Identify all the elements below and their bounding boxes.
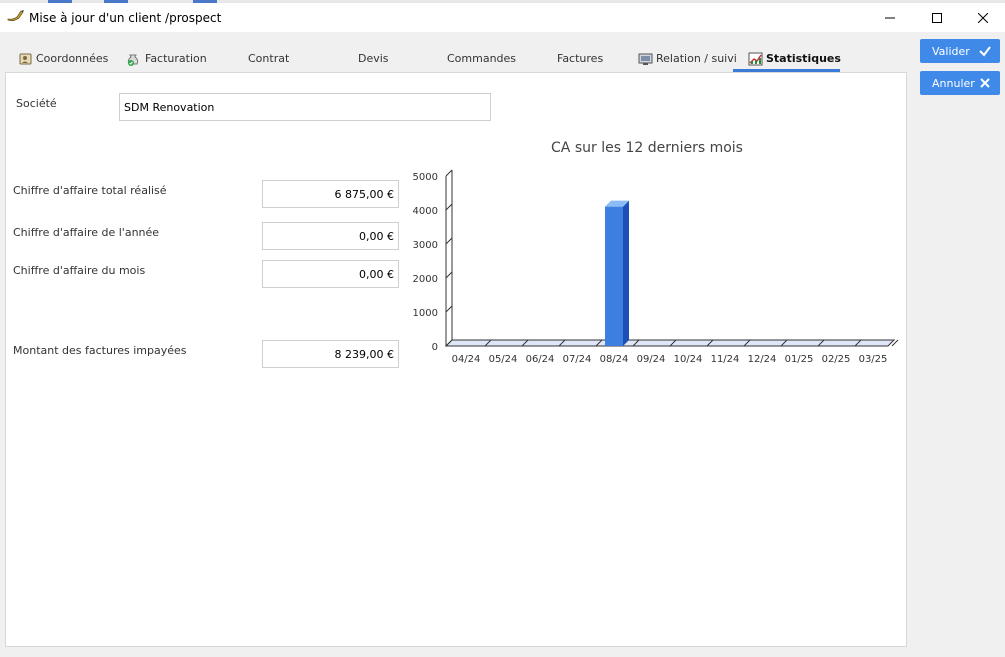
bar <box>605 206 623 346</box>
x-tick-label: 06/24 <box>526 354 555 365</box>
x-tick-label: 10/24 <box>674 354 703 365</box>
tab-label: Factures <box>557 52 604 65</box>
chart-floor <box>444 339 896 347</box>
x-tick-label: 03/25 <box>859 354 888 365</box>
tab-devis[interactable]: Devis <box>358 45 389 72</box>
x-tick-label: 01/25 <box>785 354 814 365</box>
y-tick-label: 3000 <box>413 240 438 251</box>
title-bar: Mise à jour d'un client /prospect <box>0 3 1005 32</box>
y-tick-mark <box>445 305 453 313</box>
cross-icon <box>978 76 992 93</box>
minimize-button[interactable] <box>867 3 913 32</box>
bar-side <box>623 200 629 346</box>
y-tick-label: 4000 <box>413 206 438 217</box>
tab-coordonnees[interactable]: Coordonnées <box>18 45 108 72</box>
tab-factures[interactable]: Factures <box>557 45 603 72</box>
active-tab-indicator <box>733 69 840 72</box>
tab-statistiques[interactable]: Statistiques <box>748 45 841 72</box>
chart-icon <box>748 52 764 66</box>
valider-label: Valider <box>932 44 970 58</box>
x-tick-label: 08/24 <box>600 354 629 365</box>
money-bag-icon <box>125 52 141 66</box>
close-button[interactable] <box>960 3 1005 32</box>
tab-label: Commandes <box>447 52 517 65</box>
x-tick-label: 04/24 <box>452 354 481 365</box>
tab-label: Contrat <box>248 52 290 65</box>
societe-label: Société <box>16 97 57 110</box>
maximize-button[interactable] <box>914 3 960 32</box>
close-icon <box>978 12 988 23</box>
ca-chart: 0 1000 2000 3000 4000 5000 04/24 05/24 06/24 07/2… <box>413 169 899 365</box>
x-tick-label: 12/24 <box>748 354 777 365</box>
tab-facturation[interactable]: Facturation <box>125 45 207 72</box>
impayees-label: Montant des factures impayées <box>13 344 187 357</box>
tab-label: Relation / suivi <box>656 52 737 65</box>
x-tick-label: 09/24 <box>637 354 666 365</box>
tab-label: Statistiques <box>766 52 841 65</box>
ca-annee-field[interactable]: 0,00 € <box>262 222 399 250</box>
x-tick-label: 05/24 <box>489 354 518 365</box>
pen-icon <box>7 9 25 23</box>
tab-contrat[interactable]: Contrat <box>248 45 289 72</box>
address-book-icon <box>18 52 34 66</box>
x-tick-label: 11/24 <box>711 354 740 365</box>
valider-button[interactable]: Valider <box>920 39 1000 63</box>
ca-mois-field[interactable]: 0,00 € <box>262 260 399 288</box>
ca-annee-label: Chiffre d'affaire de l'année <box>13 226 160 239</box>
tab-label: Facturation <box>145 52 207 65</box>
tab-commandes[interactable]: Commandes <box>447 45 516 72</box>
annuler-label: Annuler <box>932 76 975 90</box>
check-icon <box>978 44 992 61</box>
tab-label: Coordonnées <box>36 52 109 65</box>
impayees-field[interactable]: 8 239,00 € <box>262 340 399 368</box>
tab-bar: Coordonnées Facturation Contrat Devis Co… <box>5 45 907 72</box>
tab-relation-suivi[interactable]: Relation / suivi <box>638 45 737 72</box>
y-tick-mark <box>445 237 453 245</box>
y-tick-label: 2000 <box>413 274 438 285</box>
ca-total-label: Chiffre d'affaire total réalisé <box>13 184 167 197</box>
annuler-button[interactable]: Annuler <box>920 71 1000 95</box>
x-tick-label: 02/25 <box>822 354 851 365</box>
relation-icon <box>638 52 654 66</box>
y-tick-mark <box>445 203 453 211</box>
y-tick-mark <box>445 271 453 279</box>
y-tick-label: 5000 <box>413 172 438 183</box>
chart-title: CA sur les 12 derniers mois <box>551 140 743 156</box>
tab-label: Devis <box>358 52 389 65</box>
minimize-icon <box>885 17 895 18</box>
y-tick-mark <box>445 169 453 177</box>
ca-total-field[interactable]: 6 875,00 € <box>262 180 399 208</box>
maximize-icon <box>932 12 942 23</box>
x-tick-label: 07/24 <box>563 354 592 365</box>
y-tick-label: 1000 <box>413 308 438 319</box>
societe-field[interactable]: SDM Renovation <box>119 93 491 121</box>
y-tick-label: 0 <box>432 342 438 353</box>
window-title: Mise à jour d'un client /prospect <box>29 11 222 25</box>
ca-mois-label: Chiffre d'affaire du mois <box>13 264 146 277</box>
